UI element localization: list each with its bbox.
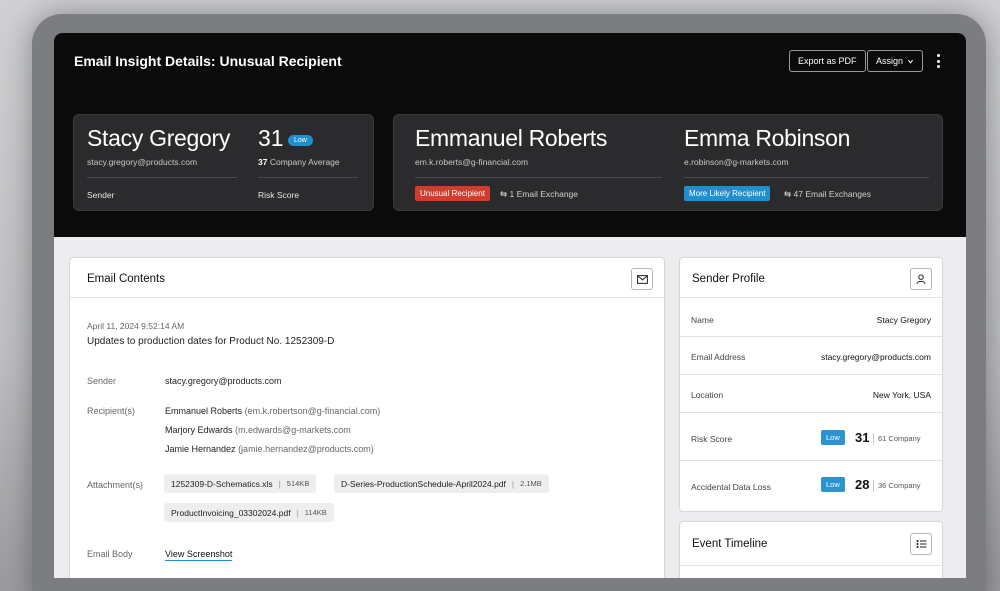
panel-header: Event Timeline	[680, 522, 942, 566]
divider	[415, 177, 662, 178]
profile-value: New York, USA	[872, 390, 931, 400]
risk-score-label: Risk Score	[258, 190, 300, 200]
risk-score-value: 31	[258, 125, 284, 151]
attachment-chip[interactable]: D-Series-ProductionSchedule-April2024.pd…	[334, 474, 549, 493]
risk-score-value: 31	[855, 430, 870, 445]
export-pdf-button[interactable]: Export as PDF	[789, 50, 866, 72]
header-bar: Email Insight Details: Unusual Recipient…	[54, 33, 966, 237]
company-average: 37 Company Average	[258, 157, 340, 167]
list-icon[interactable]	[910, 533, 932, 555]
profile-label: Location	[691, 390, 724, 400]
attachments-field-label: Attachment(s)	[87, 480, 144, 490]
panel-title: Email Contents	[87, 273, 165, 285]
attachment-size: 514KB	[286, 479, 310, 488]
email-subject: Updates to production dates for Product …	[87, 336, 335, 347]
email-body-label: Email Body	[87, 549, 133, 559]
page-title: Email Insight Details: Unusual Recipient	[74, 53, 342, 69]
recipient-1-name: Emmanuel Roberts	[415, 125, 608, 151]
unusual-recipient-badge: Unusual Recipient	[415, 186, 490, 201]
profile-row-risk: Risk Score Low 31 61 Company	[680, 413, 942, 461]
recipient-email: (m.edwards@g-markets.com	[235, 425, 351, 435]
dataloss-score-value: 28	[855, 477, 870, 492]
chevron-down-icon	[908, 59, 914, 64]
sender-field-value: stacy.gregory@products.com	[165, 376, 282, 386]
recipient-1-email: em.k.roberts@g-financial.com	[415, 157, 529, 167]
divider	[873, 480, 874, 492]
profile-row: Email Address stacy.gregory@products.com	[680, 337, 942, 375]
export-pdf-label: Export as PDF	[798, 56, 857, 66]
panel-header: Email Contents	[70, 258, 664, 298]
sender-name: Stacy Gregory	[87, 125, 231, 151]
company-score: 61 Company	[878, 434, 921, 443]
sender-email: stacy.gregory@products.com	[87, 157, 198, 167]
recipients-summary-card: Emmanuel Roberts em.k.roberts@g-financia…	[393, 114, 943, 211]
company-average-value: 37	[258, 157, 268, 167]
divider	[684, 177, 929, 178]
divider	[258, 177, 358, 178]
sender-summary-card: Stacy Gregory stacy.gregory@products.com…	[73, 114, 374, 211]
risk-level-badge: Low	[288, 135, 313, 146]
swap-icon: ⇆	[784, 189, 792, 199]
attachment-chip[interactable]: 1252309-D-Schematics.xls | 514KB	[164, 474, 317, 493]
recipient-entry: Emmanuel Roberts (em.k.robertson@g-finan…	[165, 406, 380, 416]
recipient-entry: Marjory Edwards (m.edwards@g-markets.com	[165, 425, 351, 435]
panel-title: Sender Profile	[692, 273, 765, 285]
event-timeline-panel: Event Timeline	[679, 521, 943, 578]
divider	[873, 433, 874, 445]
profile-label: Name	[691, 315, 714, 325]
recipient-2-email: e.robinson@g-markets.com	[684, 157, 789, 167]
recipient-email: (em.k.robertson@g-financial.com)	[244, 406, 381, 416]
recipient-2-exchanges: ⇆ 47 Email Exchanges	[784, 189, 871, 200]
mail-icon[interactable]	[631, 268, 653, 290]
user-icon[interactable]	[910, 268, 932, 290]
sender-field-label: Sender	[87, 376, 117, 386]
sender-role-label: Sender	[87, 190, 115, 200]
email-contents-panel: Email Contents April 11, 2024 9:52:14 AM…	[69, 257, 665, 578]
app-window: Email Insight Details: Unusual Recipient…	[54, 33, 966, 578]
recipient-1-exchange-count: 1 Email Exchange	[509, 189, 579, 199]
attachment-size: 114KB	[304, 508, 327, 517]
panel-header: Sender Profile	[680, 258, 942, 298]
more-options-icon[interactable]	[932, 51, 944, 71]
company-average-label: Company Average	[269, 157, 340, 167]
attachment-size: 2.1MB	[520, 479, 542, 488]
profile-row-dataloss: Accidental Data Loss Low 28 36 Company	[680, 461, 942, 511]
swap-icon: ⇆	[500, 189, 508, 199]
sender-profile-panel: Sender Profile Name Stacy Gregory Email …	[679, 257, 943, 512]
view-screenshot-link[interactable]: View Screenshot	[165, 549, 233, 561]
panel-title: Event Timeline	[692, 538, 768, 550]
recipient-name: Marjory Edwards	[165, 425, 233, 435]
recipient-name: Jamie Hernandez	[165, 444, 236, 454]
divider	[87, 177, 237, 178]
attachment-name: 1252309-D-Schematics.xls	[171, 478, 273, 489]
email-timestamp: April 11, 2024 9:52:14 AM	[87, 321, 185, 331]
profile-value: stacy.gregory@products.com	[820, 352, 931, 362]
profile-label: Risk Score	[691, 434, 733, 444]
recipient-1-exchanges: ⇆ 1 Email Exchange	[500, 189, 578, 200]
profile-row: Name Stacy Gregory	[680, 298, 942, 337]
recipient-2-name: Emma Robinson	[684, 125, 851, 151]
profile-row: Location New York, USA	[680, 375, 942, 413]
recipient-name: Emmanuel Roberts	[165, 406, 243, 416]
profile-label: Email Address	[691, 352, 746, 362]
recipient-2-exchange-count: 47 Email Exchanges	[793, 189, 872, 199]
attachment-chip[interactable]: ProductInvoicing_03302024.pdf | 114KB	[164, 503, 334, 522]
company-score: 36 Company	[878, 481, 921, 490]
dataloss-level-badge: Low	[821, 477, 845, 492]
recipient-entry: Jamie Hernandez (jamie.hernandez@product…	[165, 444, 374, 454]
assign-label: Assign	[876, 56, 904, 66]
attachment-name: ProductInvoicing_03302024.pdf	[171, 507, 291, 518]
recipients-field-label: Recipient(s)	[87, 406, 136, 416]
assign-button[interactable]: Assign	[867, 50, 924, 72]
attachment-name: D-Series-ProductionSchedule-April2024.pd…	[341, 478, 506, 489]
likely-recipient-badge: More Likely Recipient	[684, 186, 771, 201]
recipient-email: (jamie.hernandez@products.com)	[238, 444, 374, 454]
profile-label: Accidental Data Loss	[691, 482, 771, 492]
profile-value: Stacy Gregory	[876, 315, 931, 325]
risk-level-badge: Low	[821, 430, 845, 445]
